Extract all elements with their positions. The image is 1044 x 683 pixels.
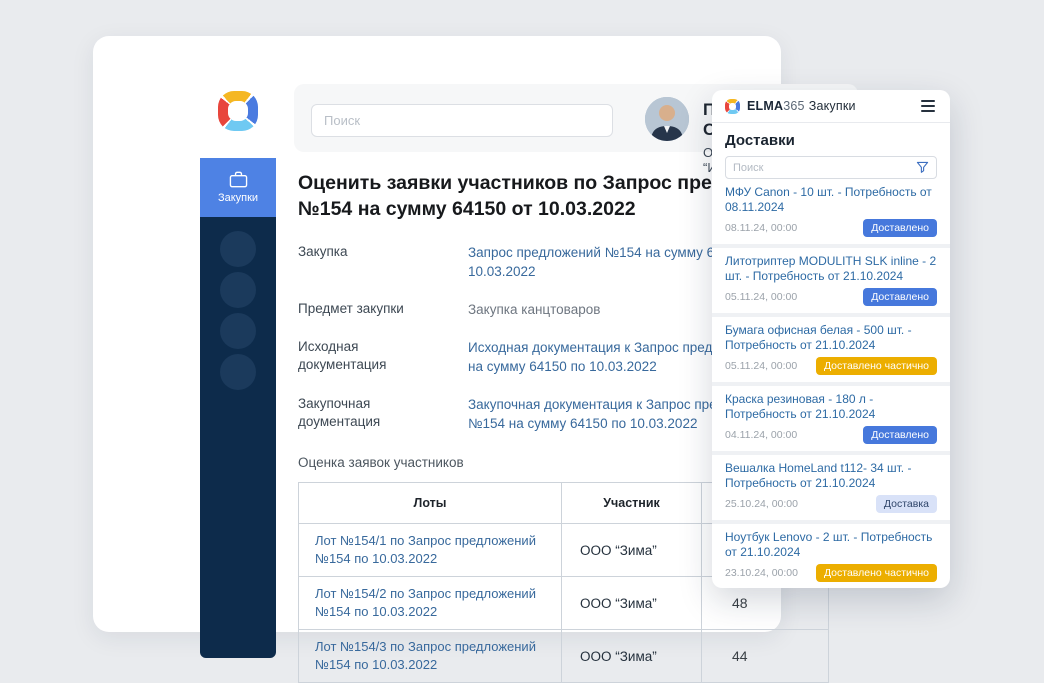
delivery-title-link[interactable]: Ноутбук Lenovo - 2 шт. - Потребность от …: [725, 530, 937, 560]
delivery-title-link[interactable]: МФУ Canon - 10 шт. - Потребность от 08.1…: [725, 185, 937, 215]
participant-cell: ООО “Зима”: [562, 630, 702, 683]
user-avatar[interactable]: [645, 97, 689, 141]
column-header-lots: Лоты: [299, 483, 562, 524]
global-search-field[interactable]: [311, 104, 613, 137]
app-window: Петров Семён ООО “Инвест” Закупки: [93, 36, 781, 632]
brand-suffix: 365: [783, 99, 804, 113]
deliveries-search-field[interactable]: [725, 156, 937, 179]
delivery-meta: 05.11.24, 00:00 Доставлено: [725, 288, 937, 306]
delivery-item: Литотриптер MODULITH SLK inline - 2 шт. …: [725, 248, 937, 313]
delivery-date: 05.11.24, 00:00: [725, 291, 797, 303]
delivery-title-link[interactable]: Вешалка HomeLand t112- 34 шт. - Потребно…: [725, 461, 937, 491]
delivery-date: 23.10.24, 00:00: [725, 567, 798, 579]
brand-bold: ELMA: [747, 99, 783, 113]
sidebar-item-zakupki[interactable]: Закупки: [200, 158, 276, 217]
elma-logo-icon: [218, 91, 258, 131]
deliveries-panel: ELMA365Закупки Доставки МФУ Canon - 10: [712, 90, 950, 588]
brand-app: Закупки: [809, 99, 856, 113]
participant-cell: ООО “Зима”: [562, 524, 702, 577]
sidebar-placeholder-item[interactable]: [220, 313, 256, 349]
status-badge: Доставлено: [863, 426, 937, 444]
status-badge: Доставлено: [863, 288, 937, 306]
status-badge: Доставлено: [863, 219, 937, 237]
delivery-item: МФУ Canon - 10 шт. - Потребность от 08.1…: [725, 179, 937, 244]
panel-body: Доставки МФУ Canon - 10 шт. - Потребност…: [712, 132, 950, 588]
panel-header: ELMA365 Закупки: [712, 90, 950, 123]
lot-link[interactable]: Лот №154/1 по Запрос предложений №154 по…: [299, 524, 562, 577]
avatar-photo-icon: [645, 97, 689, 141]
lot-link[interactable]: Лот №154/3 по Запрос предложений №154 по…: [299, 630, 562, 683]
participant-cell: ООО “Зима”: [562, 577, 702, 630]
panel-title: Доставки: [725, 132, 937, 149]
delivery-meta: 04.11.24, 00:00 Доставлено: [725, 426, 937, 444]
field-label: Закупка: [298, 243, 448, 281]
delivery-title-link[interactable]: Краска резиновая - 180 л - Потребность о…: [725, 392, 937, 422]
delivery-date: 04.11.24, 00:00: [725, 429, 797, 441]
delivery-item: Ноутбук Lenovo - 2 шт. - Потребность от …: [725, 524, 937, 588]
sidebar-nav: Закупки: [200, 158, 276, 658]
sidebar-placeholder-item[interactable]: [220, 231, 256, 267]
menu-hamburger-icon[interactable]: [919, 98, 937, 114]
delivery-date: 08.11.24, 00:00: [725, 222, 797, 234]
field-label: Предмет закупки: [298, 300, 448, 319]
table-row: Лот №154/3 по Запрос предложений №154 по…: [299, 630, 829, 683]
delivery-item: Бумага офисная белая - 500 шт. - Потребн…: [725, 317, 937, 382]
delivery-item: Краска резиновая - 180 л - Потребность о…: [725, 386, 937, 451]
field-label: Исходная документация: [298, 338, 448, 376]
delivery-date: 25.10.24, 00:00: [725, 498, 798, 510]
delivery-title-link[interactable]: Бумага офисная белая - 500 шт. - Потребн…: [725, 323, 937, 353]
score-cell: 44: [702, 630, 829, 683]
search-input[interactable]: [324, 113, 600, 128]
status-badge: Доставлено частично: [816, 357, 937, 375]
column-header-participant: Участник: [562, 483, 702, 524]
sidebar-placeholder-item[interactable]: [220, 354, 256, 390]
deliveries-list: МФУ Canon - 10 шт. - Потребность от 08.1…: [725, 179, 937, 588]
filter-funnel-icon[interactable]: [916, 161, 929, 174]
field-label: Закупочная доументация: [298, 395, 448, 433]
lot-link[interactable]: Лот №154/2 по Запрос предложений №154 по…: [299, 577, 562, 630]
delivery-meta: 05.11.24, 00:00 Доставлено частично: [725, 357, 937, 375]
sidebar-item-label: Закупки: [218, 192, 258, 204]
delivery-meta: 25.10.24, 00:00 Доставка: [725, 495, 937, 513]
briefcase-icon: [229, 171, 248, 188]
status-badge: Доставлено частично: [816, 564, 937, 582]
delivery-date: 05.11.24, 00:00: [725, 360, 797, 372]
panel-brand: ELMA365 Закупки: [747, 99, 856, 113]
deliveries-search-input[interactable]: [733, 162, 916, 174]
screen: Петров Семён ООО “Инвест” Закупки: [0, 0, 1044, 666]
delivery-item: Вешалка HomeLand t112- 34 шт. - Потребно…: [725, 455, 937, 520]
sidebar-placeholder-item[interactable]: [220, 272, 256, 308]
status-badge: Доставка: [876, 495, 937, 513]
delivery-meta: 23.10.24, 00:00 Доставлено частично: [725, 564, 937, 582]
elma-logo-small-icon: [725, 99, 740, 114]
delivery-meta: 08.11.24, 00:00 Доставлено: [725, 219, 937, 237]
delivery-title-link[interactable]: Литотриптер MODULITH SLK inline - 2 шт. …: [725, 254, 937, 284]
